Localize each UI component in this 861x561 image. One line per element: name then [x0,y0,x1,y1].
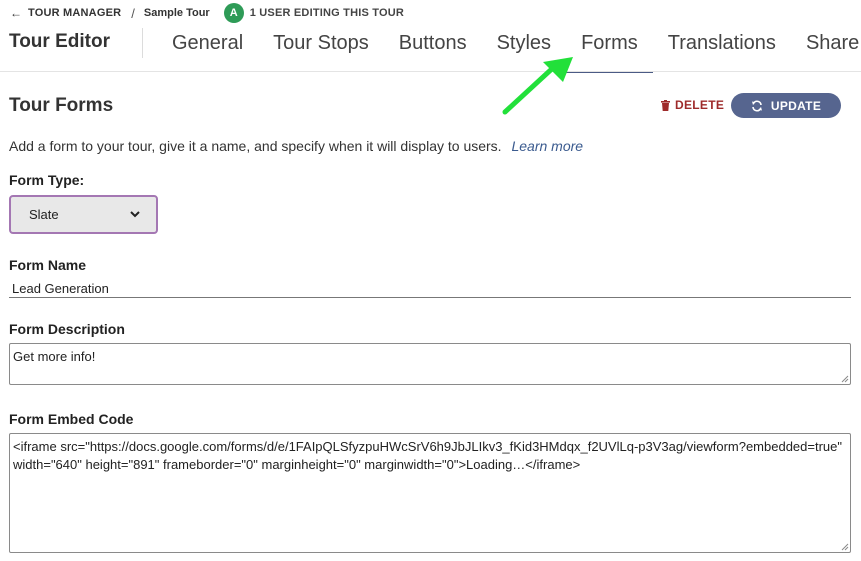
delete-button[interactable]: DELETE [661,98,724,112]
delete-label: DELETE [675,98,725,112]
tab-general[interactable]: General [157,22,258,72]
header-divider [142,28,143,58]
trash-icon [661,99,670,111]
form-type-value: Slate [29,207,59,222]
form-embed-value: <iframe src="https://docs.google.com/for… [13,439,842,472]
chevron-down-icon [130,211,140,218]
tab-share[interactable]: Share & [791,22,861,72]
sync-icon [751,100,762,111]
form-description-label: Form Description [9,321,125,337]
header-divider-line [0,71,861,72]
form-type-select[interactable]: Slate [9,195,158,234]
avatar[interactable]: A [223,3,244,23]
breadcrumb-tour-manager-link[interactable]: TOUR MANAGER [28,7,121,19]
form-description-textarea[interactable]: Get more info! [9,343,851,385]
resize-grip-icon[interactable] [840,374,849,383]
form-type-label: Form Type: [9,172,85,188]
tab-buttons[interactable]: Buttons [384,22,482,72]
form-embed-textarea[interactable]: <iframe src="https://docs.google.com/for… [9,433,851,553]
page-title: Tour Editor [9,31,110,52]
intro-text: Add a form to your tour, give it a name,… [9,138,583,154]
tab-translations[interactable]: Translations [653,22,791,72]
annotation-arrow-icon [502,57,573,115]
arrow-left-icon[interactable]: ← [10,6,22,20]
tab-forms[interactable]: Forms [566,22,653,73]
update-label: UPDATE [770,98,822,113]
tab-tour-stops[interactable]: Tour Stops [258,22,384,72]
form-name-label: Form Name [9,257,87,273]
editing-status: 1 USER EDITING THIS TOUR [249,7,405,19]
breadcrumb: ← TOUR MANAGER / Sample Tour A 1 USER ED… [10,3,405,23]
form-name-input[interactable]: Lead Generation [9,281,851,298]
breadcrumb-separator: / [131,5,135,21]
form-embed-label: Form Embed Code [9,411,134,427]
form-description-value: Get more info! [13,349,96,364]
update-button[interactable]: UPDATE [731,93,841,118]
breadcrumb-current-tour: Sample Tour [143,7,210,19]
resize-grip-icon[interactable] [840,542,849,551]
intro-description: Add a form to your tour, give it a name,… [9,138,502,154]
section-title: Tour Forms [9,95,114,116]
learn-more-link[interactable]: Learn more [511,138,583,154]
